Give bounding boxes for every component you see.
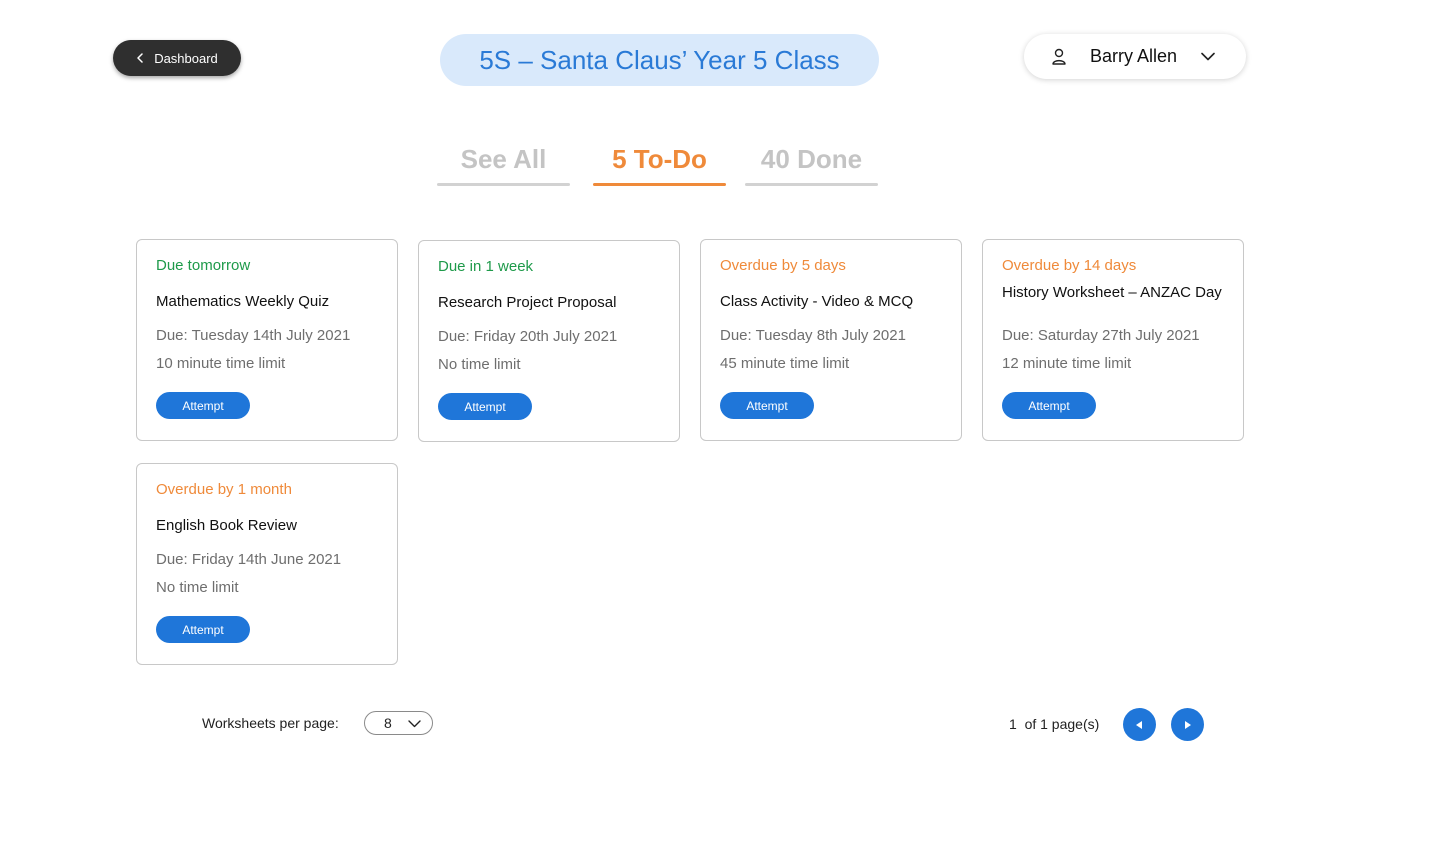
due-date: Due: Tuesday 8th July 2021 — [720, 327, 906, 344]
due-date: Due: Saturday 27th July 2021 — [1002, 327, 1200, 344]
due-status: Overdue by 1 month — [156, 481, 292, 498]
due-status: Due tomorrow — [156, 257, 251, 274]
due-date: Due: Friday 20th July 2021 — [438, 328, 618, 345]
class-title: 5S – Santa Claus’ Year 5 Class — [440, 34, 879, 86]
time-limit: No time limit — [156, 579, 239, 596]
page-info: 1 of 1 page(s) — [1009, 716, 1100, 732]
tab-underline — [437, 183, 570, 186]
tab-done-label: 40 Done — [760, 144, 863, 174]
class-title-text: 5S – Santa Claus’ Year 5 Class — [479, 44, 840, 75]
worksheet-card: Overdue by 14 days History Worksheet – A… — [982, 239, 1244, 441]
todo-page: Dashboard 5S – Santa Claus’ Year 5 Class… — [0, 0, 1440, 845]
tab-underline — [745, 183, 878, 186]
chevron-down-icon — [408, 720, 421, 728]
dashboard-button-label: Dashboard — [154, 50, 218, 66]
worksheet-card: Due tomorrow Mathematics Weekly Quiz Due… — [136, 239, 398, 441]
chevron-down-icon — [1201, 52, 1215, 61]
worksheet-title: Research Project Proposal — [438, 294, 617, 311]
worksheet-card: Overdue by 5 days Class Activity - Video… — [700, 239, 962, 441]
dashboard-button[interactable]: Dashboard — [113, 40, 241, 76]
attempt-button[interactable]: Attempt — [1002, 392, 1096, 419]
worksheet-title: Mathematics Weekly Quiz — [156, 293, 330, 310]
previous-page-button[interactable] — [1123, 708, 1156, 741]
worksheet-title: Class Activity - Video & MCQ — [720, 293, 914, 310]
attempt-button[interactable]: Attempt — [720, 392, 814, 419]
attempt-button[interactable]: Attempt — [156, 616, 250, 643]
due-status: Overdue by 14 days — [1002, 257, 1137, 274]
per-page-select[interactable]: 8 — [364, 711, 433, 735]
due-date: Due: Friday 14th June 2021 — [156, 551, 342, 568]
due-status: Overdue by 5 days — [720, 257, 846, 274]
worksheet-card: Due in 1 week Research Project Proposal … — [418, 240, 680, 442]
tab-done[interactable]: 40 Done — [745, 140, 878, 186]
due-status: Due in 1 week — [438, 258, 534, 275]
user-menu-button[interactable]: Barry Allen — [1024, 34, 1246, 79]
worksheet-title: English Book Review — [156, 517, 297, 534]
caret-right-icon — [1185, 720, 1191, 729]
tab-to-do[interactable]: 5 To-Do — [593, 140, 726, 186]
time-limit: 45 minute time limit — [720, 355, 850, 372]
worksheet-title: History Worksheet – ANZAC Day — [1002, 284, 1222, 301]
due-date: Due: Tuesday 14th July 2021 — [156, 327, 351, 344]
per-page-value: 8 — [384, 715, 392, 731]
time-limit: 12 minute time limit — [1002, 355, 1132, 372]
caret-left-icon — [1136, 720, 1142, 729]
tab-see-all[interactable]: See All — [437, 140, 570, 186]
time-limit: No time limit — [438, 356, 521, 373]
attempt-button[interactable]: Attempt — [156, 392, 250, 419]
tab-underline — [593, 183, 726, 186]
tab-see-all-label: See All — [460, 144, 547, 174]
attempt-button[interactable]: Attempt — [438, 393, 532, 420]
user-icon — [1052, 48, 1066, 65]
worksheet-card: Overdue by 1 month English Book Review D… — [136, 463, 398, 665]
per-page-label: Worksheets per page: — [202, 715, 339, 731]
time-limit: 10 minute time limit — [156, 355, 286, 372]
tab-to-do-label: 5 To-Do — [612, 144, 707, 174]
chevron-left-icon — [137, 53, 143, 63]
user-name: Barry Allen — [1090, 46, 1178, 66]
next-page-button[interactable] — [1171, 708, 1204, 741]
